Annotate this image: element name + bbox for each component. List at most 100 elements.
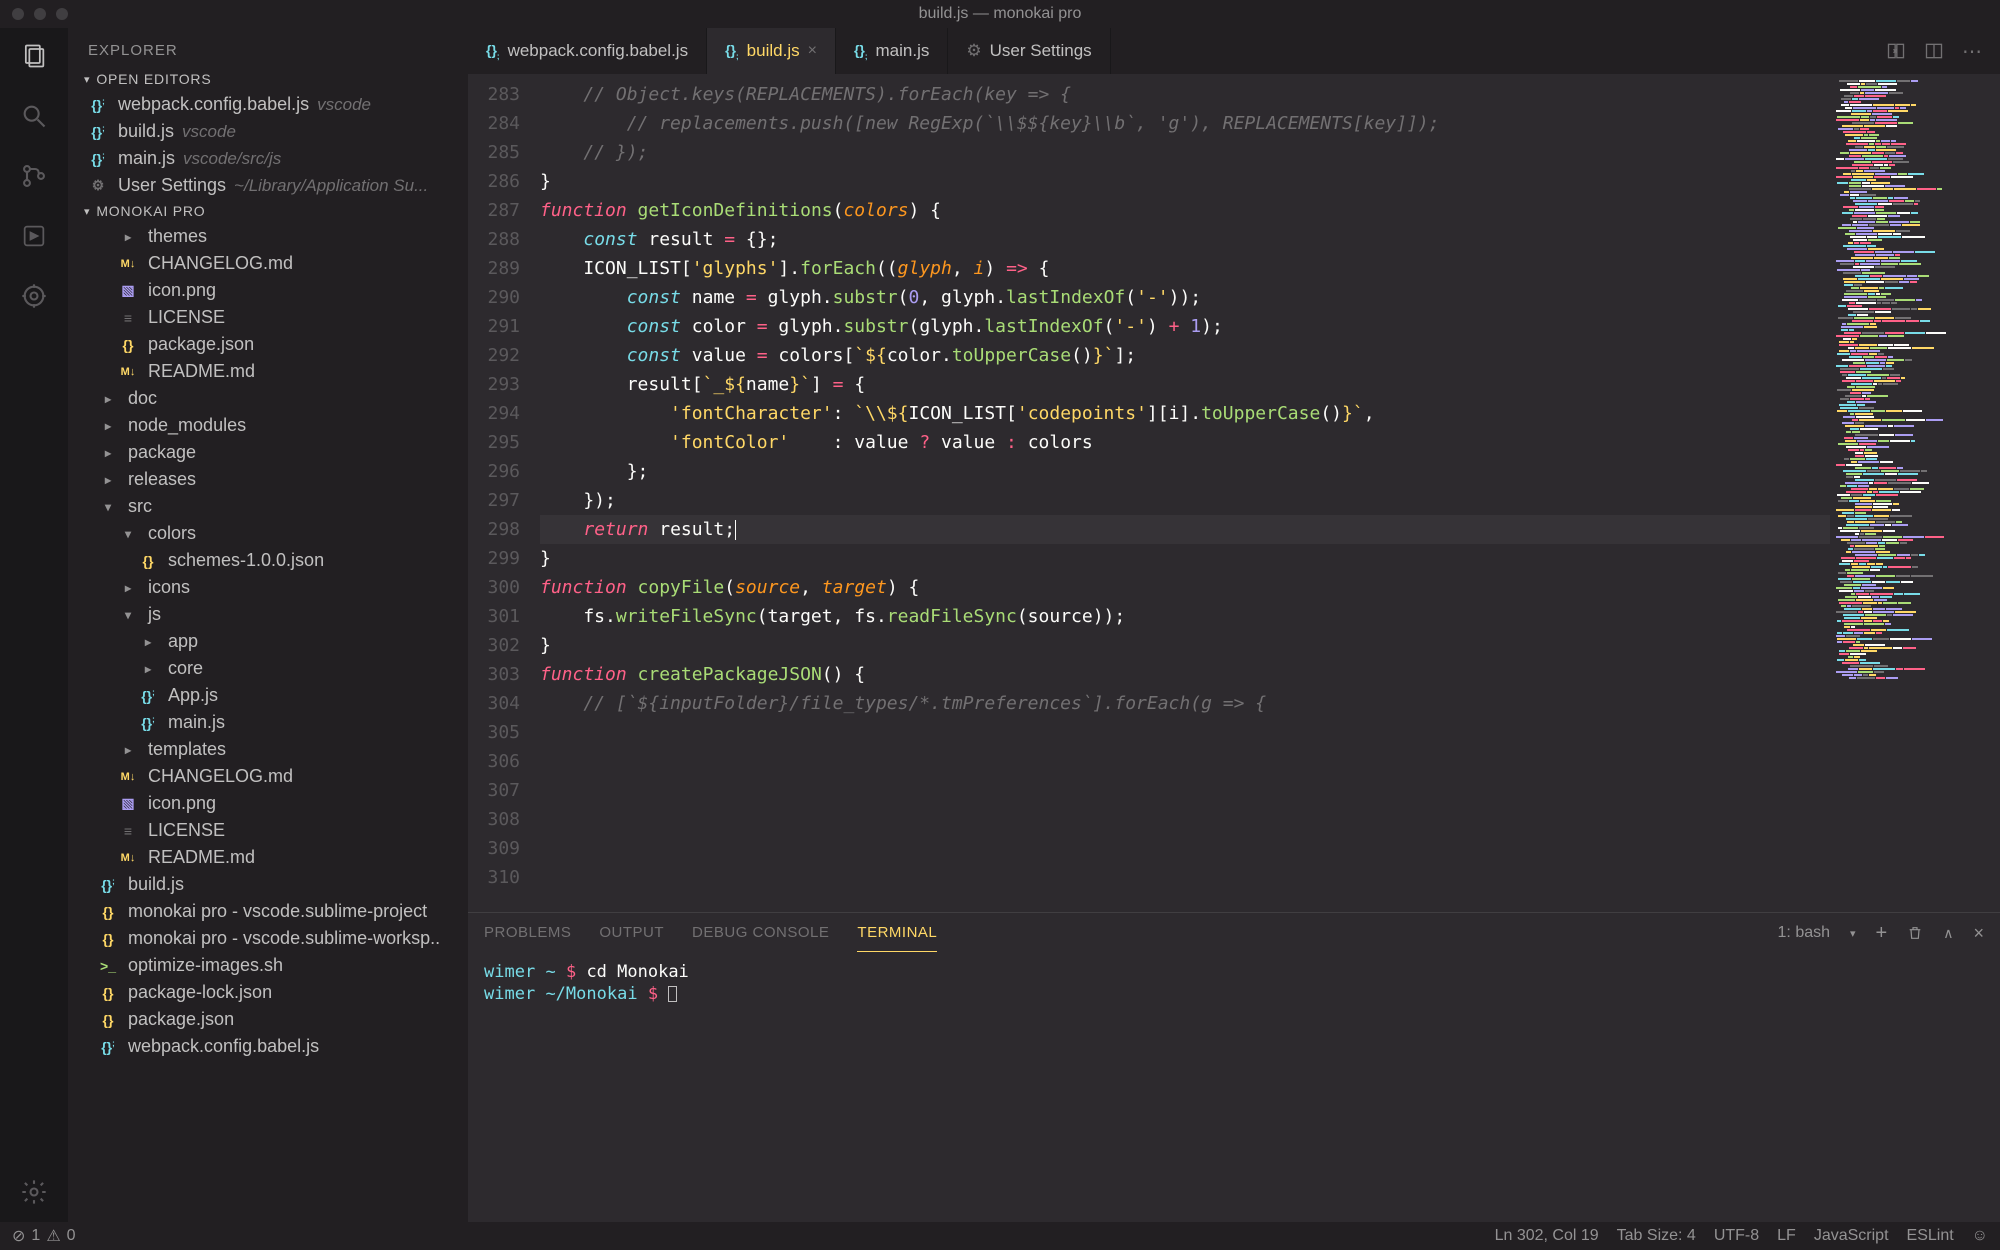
editor-tab[interactable]: ⚙User Settings xyxy=(948,28,1110,74)
open-editor-item[interactable]: {};main.js vscode/src/js xyxy=(68,145,468,172)
settings-gear-icon[interactable] xyxy=(18,1176,50,1208)
window-minimize[interactable] xyxy=(34,8,46,20)
item-label: package-lock.json xyxy=(128,982,272,1003)
item-label: schemes-1.0.0.json xyxy=(168,550,324,571)
file-item[interactable]: ▧icon.png xyxy=(68,790,468,817)
file-item[interactable]: ≡LICENSE xyxy=(68,304,468,331)
file-item[interactable]: {}schemes-1.0.0.json xyxy=(68,547,468,574)
project-label: MONOKAI PRO xyxy=(96,203,205,219)
panel-tabs: PROBLEMS OUTPUT DEBUG CONSOLE TERMINAL 1: b… xyxy=(468,913,2000,953)
file-item[interactable]: M↓CHANGELOG.md xyxy=(68,250,468,277)
file-item[interactable]: {};webpack.config.babel.js xyxy=(68,1033,468,1060)
item-label: core xyxy=(168,658,203,679)
file-item[interactable]: M↓README.md xyxy=(68,358,468,385)
open-editors-header[interactable]: ▾ OPEN EDITORS xyxy=(68,67,468,91)
status-eol[interactable]: LF xyxy=(1777,1227,1796,1245)
folder-item[interactable]: ▸package xyxy=(68,439,468,466)
file-item[interactable]: ≡LICENSE xyxy=(68,817,468,844)
item-label: App.js xyxy=(168,685,218,706)
extensions-icon[interactable] xyxy=(18,280,50,312)
file-item[interactable]: {};main.js xyxy=(68,709,468,736)
file-name: build.js xyxy=(118,121,174,142)
item-label: package.json xyxy=(148,334,254,355)
folder-item[interactable]: ▸node_modules xyxy=(68,412,468,439)
window-close[interactable] xyxy=(12,8,24,20)
close-tab-icon[interactable]: × xyxy=(808,42,817,60)
folder-item[interactable]: ▸releases xyxy=(68,466,468,493)
status-encoding[interactable]: UTF-8 xyxy=(1714,1227,1759,1245)
new-terminal-icon[interactable]: + xyxy=(1876,922,1888,945)
folder-item[interactable]: ▾js xyxy=(68,601,468,628)
file-item[interactable]: {}package.json xyxy=(68,1006,468,1033)
folder-item[interactable]: ▸doc xyxy=(68,385,468,412)
kill-terminal-icon[interactable] xyxy=(1907,925,1923,941)
file-item[interactable]: {}monokai pro - vscode.sublime-worksp.. xyxy=(68,925,468,952)
tab-label: webpack.config.babel.js xyxy=(508,41,689,61)
terminal-dropdown-icon[interactable]: ▾ xyxy=(1850,927,1856,940)
tabs-actions: ⋯ xyxy=(1886,28,2000,74)
folder-item[interactable]: ▸core xyxy=(68,655,468,682)
status-linter[interactable]: ESLint xyxy=(1907,1227,1954,1245)
chevron-down-icon: ▾ xyxy=(116,527,140,541)
folder-item[interactable]: ▾ colors xyxy=(68,520,468,547)
status-tab-size[interactable]: Tab Size: 4 xyxy=(1617,1227,1696,1245)
window-maximize[interactable] xyxy=(56,8,68,20)
folder-item[interactable]: ▸themes xyxy=(68,223,468,250)
editor-tab[interactable]: {};webpack.config.babel.js xyxy=(468,28,707,74)
statusbar: ⊘1 ⚠0 Ln 302, Col 19 Tab Size: 4 UTF-8 L… xyxy=(0,1222,2000,1250)
explorer-icon[interactable] xyxy=(18,40,50,72)
status-language[interactable]: JavaScript xyxy=(1814,1227,1889,1245)
panel-tab-problems[interactable]: PROBLEMS xyxy=(484,914,571,952)
split-editor-icon[interactable] xyxy=(1924,41,1944,61)
file-item[interactable]: M↓CHANGELOG.md xyxy=(68,763,468,790)
open-editor-item[interactable]: ⚙User Settings ~/Library/Application Su.… xyxy=(68,172,468,199)
terminal-select[interactable]: 1: bash xyxy=(1778,924,1830,942)
open-editor-item[interactable]: {};build.js vscode xyxy=(68,118,468,145)
chevron-right-icon: ▸ xyxy=(116,230,140,244)
close-panel-icon[interactable]: × xyxy=(1973,923,1984,944)
file-path-hint: vscode xyxy=(182,122,236,142)
file-item[interactable]: >_optimize-images.sh xyxy=(68,952,468,979)
open-editor-item[interactable]: {};webpack.config.babel.js vscode xyxy=(68,91,468,118)
editor-tab[interactable]: {};build.js× xyxy=(707,28,836,74)
file-name: main.js xyxy=(118,148,175,169)
debug-icon[interactable] xyxy=(18,220,50,252)
maximize-panel-icon[interactable]: ∧ xyxy=(1943,925,1953,942)
folder-item[interactable]: ▸icons xyxy=(68,574,468,601)
file-item[interactable]: {};App.js xyxy=(68,682,468,709)
compare-icon[interactable] xyxy=(1886,41,1906,61)
search-icon[interactable] xyxy=(18,100,50,132)
file-item[interactable]: {}package-lock.json xyxy=(68,979,468,1006)
item-label: app xyxy=(168,631,198,652)
item-label: src xyxy=(128,496,152,517)
panel-tab-output[interactable]: OUTPUT xyxy=(599,914,664,952)
project-header[interactable]: ▾ MONOKAI PRO xyxy=(68,199,468,223)
file-item[interactable]: {}package.json xyxy=(68,331,468,358)
chevron-right-icon: ▸ xyxy=(136,635,160,649)
traffic-lights xyxy=(12,8,68,20)
more-icon[interactable]: ⋯ xyxy=(1962,39,1984,64)
item-label: webpack.config.babel.js xyxy=(128,1036,319,1057)
item-label: icon.png xyxy=(148,793,216,814)
folder-item[interactable]: ▸ app xyxy=(68,628,468,655)
panel-tab-debug-console[interactable]: DEBUG CONSOLE xyxy=(692,914,829,952)
file-item[interactable]: M↓README.md xyxy=(68,844,468,871)
source-control-icon[interactable] xyxy=(18,160,50,192)
minimap[interactable] xyxy=(1830,74,2000,912)
editor-tab[interactable]: {};main.js xyxy=(836,28,948,74)
file-item[interactable]: {}monokai pro - vscode.sublime-project xyxy=(68,898,468,925)
tab-label: build.js xyxy=(747,41,800,61)
status-line-col[interactable]: Ln 302, Col 19 xyxy=(1495,1227,1599,1245)
item-label: templates xyxy=(148,739,226,760)
item-label: main.js xyxy=(168,712,225,733)
code-editor[interactable]: // Object.keys(REPLACEMENTS).forEach(key… xyxy=(540,74,1830,912)
panel-tab-terminal[interactable]: TERMINAL xyxy=(857,914,937,952)
terminal[interactable]: wimer ~ $ cd Monokaiwimer ~/Monokai $ xyxy=(468,953,2000,1222)
item-label: colors xyxy=(148,523,196,544)
status-feedback-icon[interactable]: ☺ xyxy=(1972,1227,1988,1245)
status-problems[interactable]: ⊘1 ⚠0 xyxy=(12,1226,76,1246)
file-item[interactable]: {};build.js xyxy=(68,871,468,898)
folder-item[interactable]: ▸templates xyxy=(68,736,468,763)
file-item[interactable]: ▧icon.png xyxy=(68,277,468,304)
folder-item[interactable]: ▾src xyxy=(68,493,468,520)
